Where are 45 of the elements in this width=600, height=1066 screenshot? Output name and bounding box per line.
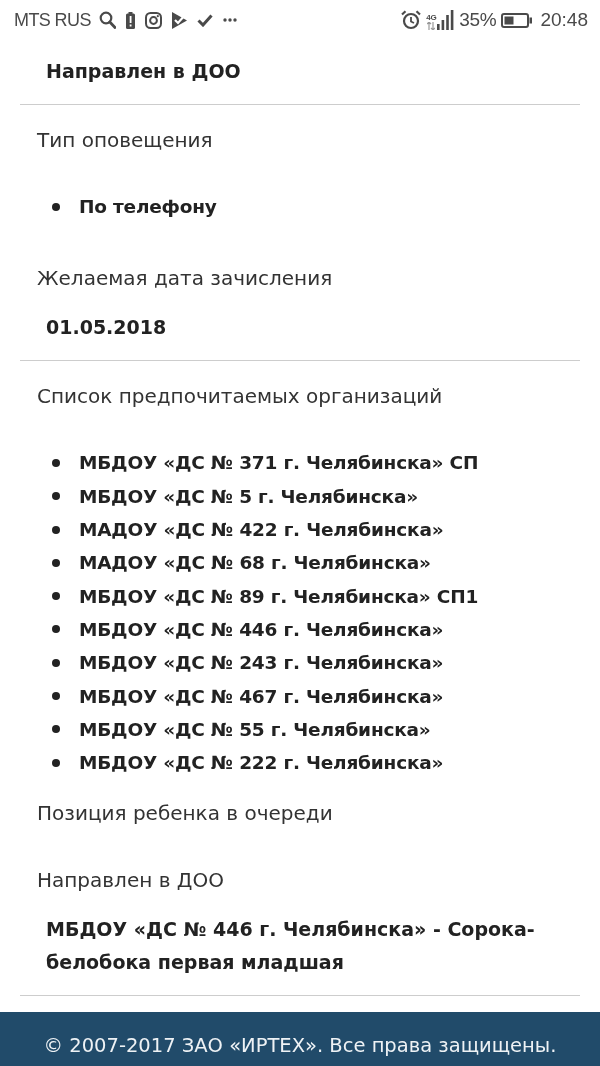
list-item-text: МБДОУ «ДС № 55 г. Челябинска» — [79, 718, 431, 740]
list-item-text: МБДОУ «ДС № 222 г. Челябинска» — [79, 752, 444, 774]
checkmark-icon — [196, 13, 213, 27]
list-item-text: МАДОУ «ДС № 68 г. Челябинска» — [79, 552, 431, 574]
list-item-text: МБДОУ «ДС № 243 г. Челябинска» — [79, 652, 444, 674]
list-item-text: МБДОУ «ДС № 446 г. Челябинска» — [79, 618, 444, 640]
copyright-text: © 2007-2017 ЗАО «ИРТЕХ». Все права защищены. — [43, 1034, 557, 1057]
field-value: 01.05.2018 — [45, 315, 168, 341]
field-label: Желаемая дата зачисления — [36, 265, 334, 293]
carrier-name: MTS RUS — [14, 9, 91, 31]
battery-icon — [501, 12, 533, 28]
bullet-icon — [52, 692, 60, 700]
bullet-icon — [52, 625, 60, 634]
list-item-text: По телефону — [79, 196, 217, 218]
battery-percent: 35% — [459, 9, 497, 31]
bullet-icon — [52, 658, 60, 667]
field-label: Список предпочитаемых организаций — [36, 383, 444, 411]
bullet-icon — [52, 592, 60, 601]
field-label: Позиция ребенка в очереди — [36, 800, 334, 828]
list-item-text: МАДОУ «ДС № 422 г. Челябинска» — [79, 519, 444, 541]
field-value: МБДОУ «ДС № 446 г. Челябинска» - Сорока-белобока первая младшая — [45, 917, 536, 976]
more-icon — [222, 18, 237, 22]
list-item-text: МБДОУ «ДС № 5 г. Челябинска» — [79, 485, 418, 507]
bullet-icon — [52, 458, 60, 467]
bullet-icon — [52, 492, 60, 501]
field-label: Направлен в ДОО — [36, 867, 225, 895]
bullet-icon — [52, 758, 60, 767]
check-flag-icon — [171, 11, 187, 29]
list-item-text: МБДОУ «ДС № 371 г. Челябинска» СП — [79, 452, 479, 474]
network-type: 4G — [426, 13, 437, 22]
search-icon — [98, 11, 116, 29]
list-item-text: МБДОУ «ДС № 467 г. Челябинска» — [79, 685, 444, 707]
bullet-icon — [52, 202, 60, 211]
field-value: Направлен в ДОО — [45, 59, 242, 84]
battery-alert-icon — [125, 11, 135, 29]
camera-icon — [144, 11, 162, 29]
status-time: 20:48 — [540, 9, 588, 31]
field-label: Тип оповещения — [36, 127, 214, 154]
alarm-clock-icon — [401, 10, 422, 30]
bullet-icon — [52, 558, 60, 567]
bullet-icon — [52, 525, 60, 534]
data-arrows-icon — [427, 22, 436, 30]
list-item-text: МБДОУ «ДС № 89 г. Челябинска» СП1 — [79, 585, 479, 607]
bullet-icon — [52, 725, 60, 734]
signal-icon — [437, 10, 455, 30]
